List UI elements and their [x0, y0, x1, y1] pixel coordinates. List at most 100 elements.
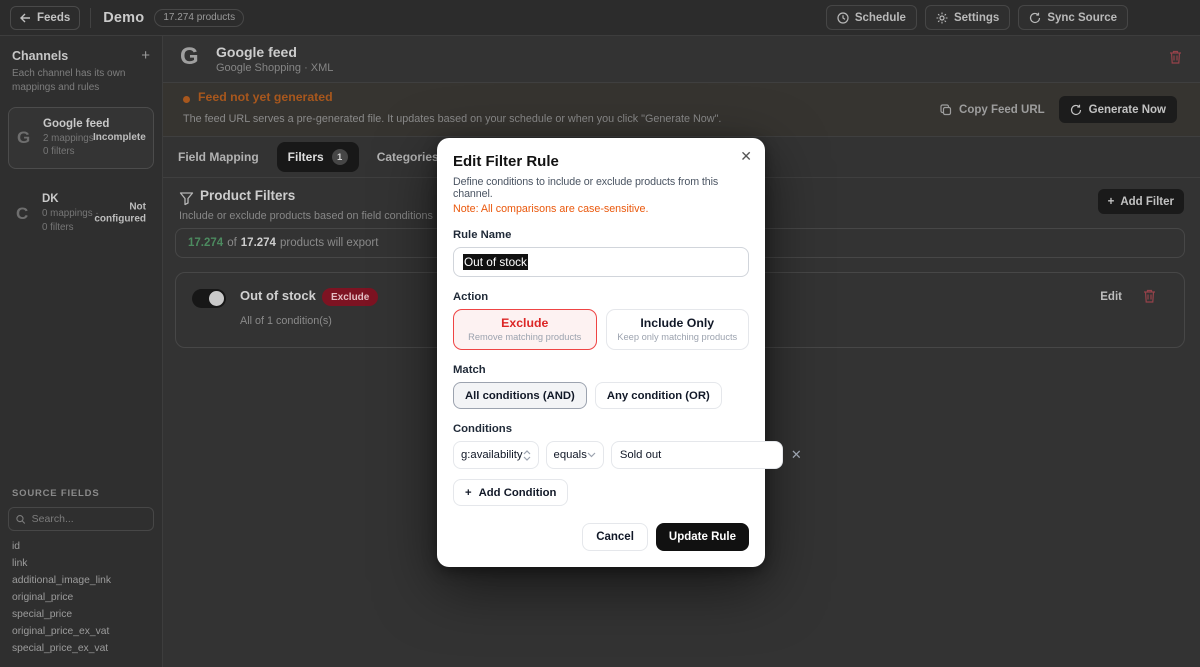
- google-logo-icon: G: [180, 43, 199, 71]
- conditions-label: Conditions: [453, 423, 749, 435]
- source-field-item[interactable]: id: [8, 538, 154, 555]
- copy-feed-url-button[interactable]: Copy Feed URL: [940, 104, 1045, 116]
- channel-name: DK: [42, 193, 102, 205]
- source-fields-title: SOURCE FIELDS: [8, 488, 154, 499]
- feed-status-banner: Feed not yet generated The feed URL serv…: [163, 82, 1200, 137]
- channel-page-title: Google feed: [216, 44, 297, 60]
- remove-condition-icon[interactable]: ✕: [790, 447, 803, 463]
- updown-icon: [523, 450, 531, 461]
- generate-now-label: Generate Now: [1089, 104, 1166, 116]
- delete-channel-button[interactable]: [1169, 50, 1182, 69]
- delete-rule-button[interactable]: [1143, 289, 1156, 308]
- condition-row: g:availability equals ✕: [453, 441, 749, 469]
- channel-meta: 0 mappings · 0 filters: [42, 207, 102, 233]
- channel-initial-icon: C: [16, 204, 38, 224]
- schedule-label: Schedule: [855, 12, 906, 24]
- rule-summary: All of 1 condition(s): [240, 315, 332, 327]
- rule-name-input[interactable]: Out of stock: [453, 247, 749, 277]
- condition-value-input[interactable]: [611, 441, 783, 469]
- edit-filter-rule-dialog: ✕ Edit Filter Rule Define conditions to …: [437, 138, 765, 567]
- back-arrow-icon: [20, 13, 31, 23]
- rule-enabled-toggle[interactable]: [192, 289, 226, 308]
- channels-title: Channels: [12, 49, 68, 63]
- trash-icon: [1169, 50, 1182, 64]
- copy-feed-url-label: Copy Feed URL: [959, 104, 1045, 116]
- condition-field-value: g:availability: [461, 449, 523, 461]
- section-subtitle: Include or exclude products based on fie…: [179, 210, 433, 222]
- sidebar-item-dk[interactable]: C DK 0 mappings · 0 filters Not configur…: [8, 183, 154, 243]
- app-window: Feeds Demo 17.274 products Schedule Sett…: [0, 0, 1200, 667]
- condition-field-select[interactable]: g:availability: [453, 441, 539, 469]
- status-dot-icon: [183, 96, 190, 103]
- source-field-item[interactable]: link: [8, 555, 154, 572]
- match-any-or-button[interactable]: Any condition (OR): [595, 382, 722, 409]
- dialog-note: Note: All comparisons are case-sensitive…: [453, 203, 749, 215]
- gear-icon: [936, 12, 948, 24]
- close-icon[interactable]: ✕: [740, 149, 752, 163]
- settings-label: Settings: [954, 12, 999, 24]
- source-fields-search[interactable]: [8, 507, 154, 531]
- update-rule-button[interactable]: Update Rule: [656, 523, 749, 551]
- add-channel-button[interactable]: +: [141, 48, 150, 63]
- plus-icon: +: [465, 487, 472, 499]
- tab-label: Field Mapping: [178, 150, 259, 164]
- refresh-icon: [1070, 104, 1082, 116]
- banner-title: Feed not yet generated: [198, 90, 333, 104]
- sync-source-button[interactable]: Sync Source: [1018, 5, 1128, 30]
- add-filter-label: Add Filter: [1120, 196, 1174, 208]
- source-field-item[interactable]: special_price: [8, 606, 154, 623]
- add-filter-button[interactable]: + Add Filter: [1098, 189, 1184, 214]
- of-label: of: [227, 237, 237, 249]
- google-logo-icon: G: [17, 128, 39, 148]
- source-field-item[interactable]: special_price_ex_vat: [8, 640, 154, 657]
- tab-filters[interactable]: Filters 1: [277, 142, 359, 172]
- include-option-subtitle: Keep only matching products: [611, 332, 745, 342]
- clock-icon: [837, 12, 849, 24]
- stats-suffix: products will export: [280, 237, 378, 249]
- condition-operator-select[interactable]: equals: [546, 441, 604, 469]
- channel-tabs: Field Mapping Filters 1 Categories 1/545: [163, 137, 484, 177]
- back-button-label: Feeds: [37, 12, 70, 24]
- topbar-actions: Schedule Settings Sync Source: [826, 5, 1128, 30]
- feed-title: Demo: [103, 10, 144, 26]
- sidebar-item-google-feed[interactable]: G Google feed 2 mappings · 0 filters Inc…: [8, 107, 154, 169]
- plus-icon: +: [1108, 196, 1115, 208]
- funnel-icon: [179, 191, 194, 206]
- source-fields-panel: SOURCE FIELDS id link additional_image_l…: [0, 488, 162, 667]
- topbar-divider: [90, 8, 91, 28]
- exclude-option-title: Exclude: [458, 316, 592, 330]
- trash-icon: [1143, 289, 1156, 303]
- generate-now-button[interactable]: Generate Now: [1059, 96, 1177, 123]
- source-fields-list: id link additional_image_link original_p…: [8, 538, 154, 657]
- source-field-item[interactable]: original_price: [8, 589, 154, 606]
- search-icon: [16, 514, 26, 525]
- total-count: 17.274: [241, 237, 276, 249]
- tab-label: Categories: [377, 150, 439, 164]
- edit-rule-button[interactable]: Edit: [1100, 291, 1122, 303]
- filters-count-badge: 1: [332, 149, 348, 165]
- top-bar: Feeds Demo 17.274 products Schedule Sett…: [0, 0, 1200, 36]
- match-all-and-button[interactable]: All conditions (AND): [453, 382, 587, 409]
- rule-name-label: Rule Name: [453, 229, 749, 241]
- dialog-title: Edit Filter Rule: [453, 153, 749, 170]
- action-label: Action: [453, 291, 749, 303]
- match-label: Match: [453, 364, 749, 376]
- tab-field-mapping[interactable]: Field Mapping: [178, 150, 259, 164]
- add-condition-button[interactable]: + Add Condition: [453, 479, 568, 506]
- search-input[interactable]: [32, 513, 146, 525]
- source-field-item[interactable]: original_price_ex_vat: [8, 623, 154, 640]
- action-option-include[interactable]: Include Only Keep only matching products: [606, 309, 750, 350]
- channel-status-badge: Not configured: [94, 201, 146, 226]
- settings-button[interactable]: Settings: [925, 5, 1010, 30]
- action-option-exclude[interactable]: Exclude Remove matching products: [453, 309, 597, 350]
- channel-status-badge: Incomplete: [93, 132, 145, 145]
- channels-sidebar: Channels + Each channel has its own mapp…: [0, 36, 163, 667]
- channel-name: Google feed: [43, 118, 103, 130]
- products-count-badge: 17.274 products: [154, 9, 244, 27]
- back-to-feeds-button[interactable]: Feeds: [10, 6, 80, 30]
- add-condition-label: Add Condition: [479, 487, 557, 499]
- cancel-button[interactable]: Cancel: [582, 523, 648, 551]
- rule-name-value: Out of stock: [463, 254, 528, 270]
- schedule-button[interactable]: Schedule: [826, 5, 917, 30]
- source-field-item[interactable]: additional_image_link: [8, 572, 154, 589]
